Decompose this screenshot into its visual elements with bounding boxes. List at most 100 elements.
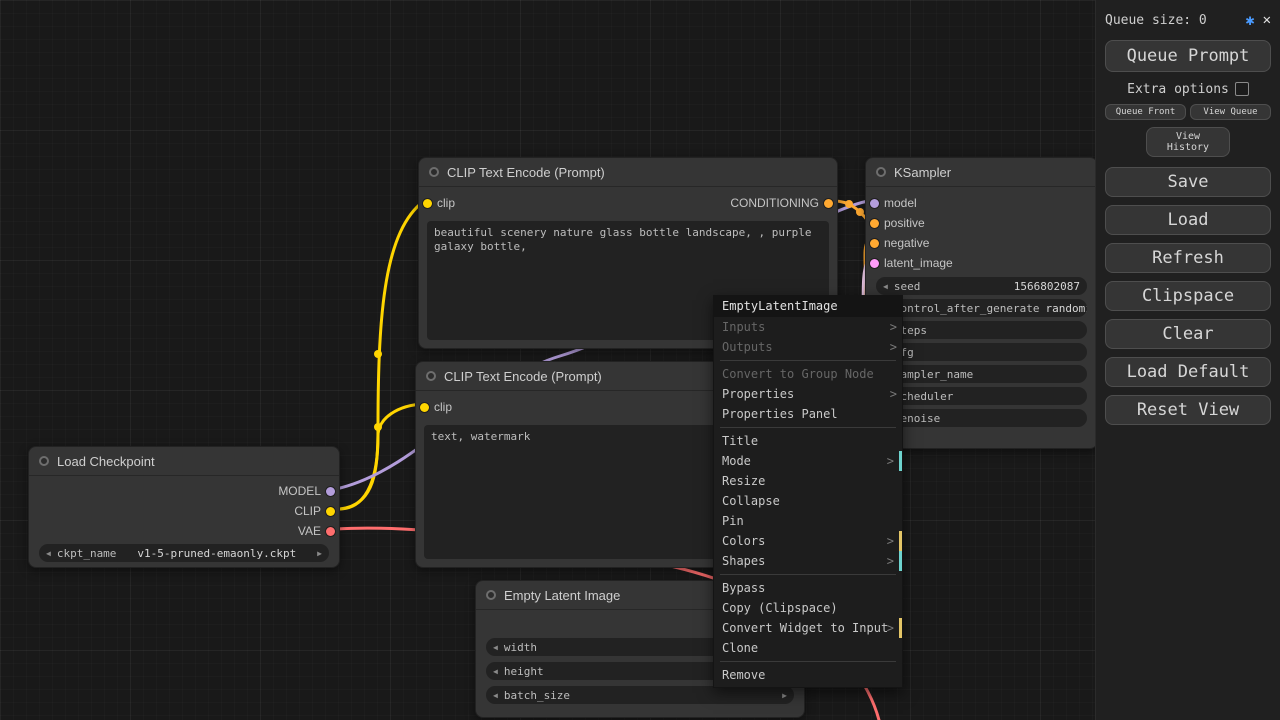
submenu-arrow-icon: >	[886, 534, 894, 548]
menu-item-mode[interactable]: Mode >	[714, 451, 902, 471]
comfy-menu-panel: Queue size: 0 ✱ ✕ Queue Prompt Extra opt…	[1095, 0, 1280, 720]
output-label: CLIP	[294, 504, 321, 518]
extra-options-label: Extra options	[1127, 81, 1229, 97]
menu-item-clone[interactable]: Clone	[714, 638, 902, 658]
menu-item-shapes[interactable]: Shapes >	[714, 551, 902, 571]
output-label: MODEL	[278, 484, 321, 498]
output-label: CONDITIONING	[730, 196, 819, 210]
menu-item-collapse[interactable]: Collapse	[714, 491, 902, 511]
steps-widget[interactable]: ◀ steps	[876, 321, 1087, 339]
menu-item-properties-panel[interactable]: Properties Panel	[714, 404, 902, 424]
menu-separator	[720, 574, 896, 575]
batch-size-widget[interactable]: ◀ batch_size ▶	[486, 686, 794, 704]
clipspace-button[interactable]: Clipspace	[1105, 281, 1271, 311]
collapse-dot-icon[interactable]	[429, 167, 439, 177]
menu-item-resize[interactable]: Resize	[714, 471, 902, 491]
menu-item-pin[interactable]: Pin	[714, 511, 902, 531]
menu-item-inputs[interactable]: Inputs >	[714, 317, 902, 337]
node-title: CLIP Text Encode (Prompt)	[444, 368, 602, 384]
ckpt-name-widget[interactable]: ◀ ckpt_name v1-5-pruned-emaonly.ckpt ▶	[39, 544, 329, 562]
positive-input-port[interactable]	[870, 218, 879, 228]
widget-value: 1566802087	[1013, 279, 1080, 293]
collapse-dot-icon[interactable]	[876, 167, 886, 177]
submenu-arrow-icon: >	[886, 454, 894, 468]
prev-arrow-icon[interactable]: ◀	[493, 691, 498, 700]
vae-output-port[interactable]	[326, 526, 335, 536]
wire-midpoint-dot[interactable]	[374, 350, 382, 358]
node-header[interactable]: Load Checkpoint	[29, 447, 339, 476]
collapse-dot-icon[interactable]	[426, 371, 436, 381]
refresh-button[interactable]: Refresh	[1105, 243, 1271, 273]
load-default-button[interactable]: Load Default	[1105, 357, 1271, 387]
menu-item-colors[interactable]: Colors >	[714, 531, 902, 551]
submenu-arrow-icon: >	[886, 554, 894, 568]
latent-image-input-port[interactable]	[870, 258, 879, 268]
menu-item-bypass[interactable]: Bypass	[714, 578, 902, 598]
menu-item-convert-widget-to-input[interactable]: Convert Widget to Input >	[714, 618, 902, 638]
denoise-widget[interactable]: ◀ denoise	[876, 409, 1087, 427]
clear-button[interactable]: Clear	[1105, 319, 1271, 349]
negative-input-port[interactable]	[870, 238, 879, 248]
view-queue-button[interactable]: View Queue	[1190, 104, 1271, 120]
load-button[interactable]: Load	[1105, 205, 1271, 235]
reset-view-button[interactable]: Reset View	[1105, 395, 1271, 425]
menu-item-convert-to-group-node[interactable]: Convert to Group Node	[714, 364, 902, 384]
node-title: KSampler	[894, 164, 952, 180]
queue-prompt-button[interactable]: Queue Prompt	[1105, 40, 1271, 72]
wire-midpoint-dot[interactable]	[845, 200, 853, 208]
submenu-arrow-icon: >	[886, 621, 894, 635]
menu-item-remove[interactable]: Remove	[714, 665, 902, 685]
model-output-port[interactable]	[326, 486, 335, 496]
prev-arrow-icon[interactable]: ◀	[883, 282, 888, 291]
input-label: latent_image	[884, 256, 953, 270]
sampler-name-widget[interactable]: ◀ sampler_name	[876, 365, 1087, 383]
wire-midpoint-dot[interactable]	[856, 208, 864, 216]
clip-input-port[interactable]	[420, 402, 429, 412]
node-title: Empty Latent Image	[504, 587, 621, 603]
wire-clip-to-encode1[interactable]	[338, 199, 426, 511]
save-button[interactable]: Save	[1105, 167, 1271, 197]
input-label: clip	[434, 400, 453, 414]
wire-midpoint-dot[interactable]	[374, 423, 382, 431]
widget-label: sampler_name	[893, 367, 974, 381]
collapse-dot-icon[interactable]	[39, 456, 49, 466]
view-history-button[interactable]: View History	[1146, 127, 1230, 157]
widget-label: ckpt_name	[56, 546, 117, 560]
input-label: clip	[437, 196, 456, 210]
conditioning-output-port[interactable]	[824, 198, 833, 208]
scheduler-widget[interactable]: ◀ scheduler	[876, 387, 1087, 405]
cfg-widget[interactable]: ◀ cfg	[876, 343, 1087, 361]
prev-arrow-icon[interactable]: ◀	[493, 643, 498, 652]
clip-input-port[interactable]	[423, 198, 432, 208]
widget-value: v1-5-pruned-emaonly.ckpt	[137, 546, 297, 560]
output-label: VAE	[297, 524, 321, 538]
next-arrow-icon[interactable]: ▶	[317, 549, 322, 558]
prev-arrow-icon[interactable]: ◀	[46, 549, 51, 558]
node-header[interactable]: CLIP Text Encode (Prompt)	[419, 158, 837, 187]
node-graph-canvas[interactable]: CLIP Text Encode (Prompt) clip CONDITION…	[0, 0, 1280, 720]
context-menu: EmptyLatentImage Inputs > Outputs > Conv…	[713, 295, 903, 688]
wire-clip-to-encode2[interactable]	[338, 402, 426, 511]
menu-item-outputs[interactable]: Outputs >	[714, 337, 902, 357]
widget-value: randomize	[1045, 301, 1087, 315]
model-input-port[interactable]	[870, 198, 879, 208]
widget-label: height	[503, 664, 544, 678]
widget-label: control_after_generate	[893, 301, 1040, 315]
menu-item-title[interactable]: Title	[714, 431, 902, 451]
submenu-arrow-icon: >	[889, 387, 897, 401]
node-header[interactable]: KSampler	[866, 158, 1097, 187]
seed-widget[interactable]: ◀ seed 1566802087	[876, 277, 1087, 295]
next-arrow-icon[interactable]: ▶	[782, 691, 787, 700]
collapse-dot-icon[interactable]	[486, 590, 496, 600]
extra-options-checkbox[interactable]	[1234, 82, 1249, 96]
menu-item-properties[interactable]: Properties >	[714, 384, 902, 404]
prev-arrow-icon[interactable]: ◀	[493, 667, 498, 676]
context-menu-title: EmptyLatentImage	[714, 296, 902, 317]
menu-item-copy-clipspace[interactable]: Copy (Clipspace)	[714, 598, 902, 618]
settings-gear-icon[interactable]: ✱	[1246, 11, 1255, 29]
control-after-generate-widget[interactable]: ◀ control_after_generate randomize	[876, 299, 1087, 317]
queue-front-button[interactable]: Queue Front	[1105, 104, 1186, 120]
node-load-checkpoint[interactable]: Load Checkpoint MODEL CLIP VAE ◀ ckpt_na…	[28, 446, 340, 568]
close-icon[interactable]: ✕	[1263, 12, 1271, 28]
clip-output-port[interactable]	[326, 506, 335, 516]
